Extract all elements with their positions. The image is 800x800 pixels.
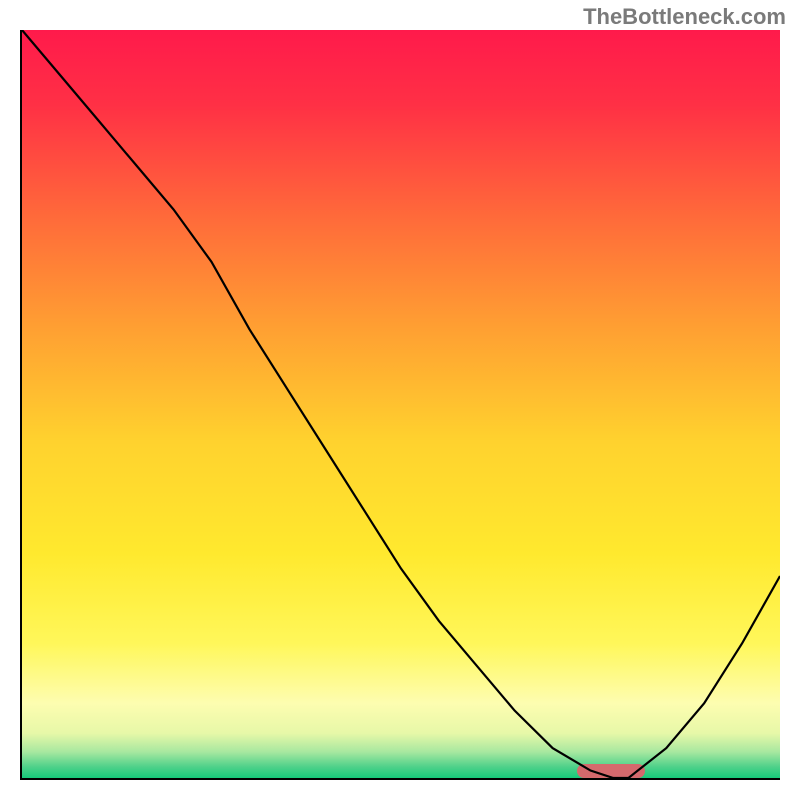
gradient-background <box>22 30 780 778</box>
plot-area <box>20 30 780 780</box>
watermark-text: TheBottleneck.com <box>583 4 786 30</box>
chart-container: TheBottleneck.com <box>0 0 800 800</box>
optimal-marker <box>577 764 645 778</box>
